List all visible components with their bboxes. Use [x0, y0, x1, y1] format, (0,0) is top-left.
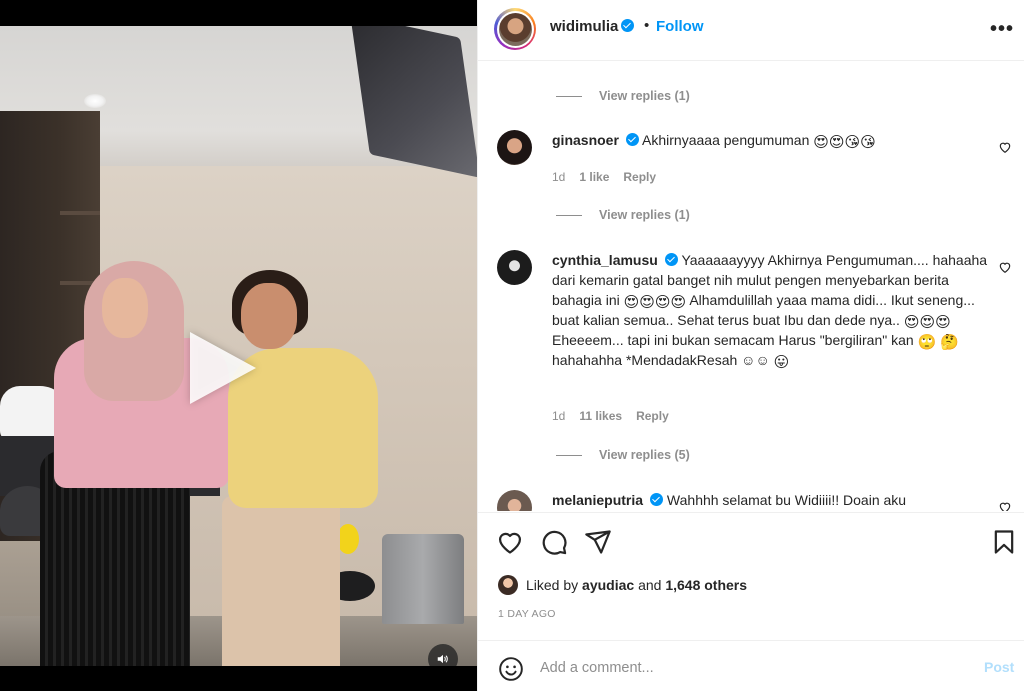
verified-badge-icon — [664, 253, 678, 266]
like-heart-icon[interactable] — [496, 528, 524, 556]
post-button[interactable]: Post — [984, 659, 1014, 675]
comment-likes[interactable]: 1 like — [579, 170, 609, 184]
liker-username[interactable]: ayudiac — [582, 577, 634, 593]
comment-text: ginasnoer Akhirnyaaaa pengumuman 😍😍😘😘 — [552, 132, 876, 151]
photo-ceiling-light — [84, 94, 106, 108]
reply-button[interactable]: Reply — [623, 170, 656, 184]
reply-button[interactable]: Reply — [636, 409, 669, 423]
liked-by-summary: Liked by ayudiac and 1,648 others — [498, 575, 747, 595]
commenter-avatar[interactable] — [497, 490, 532, 511]
emoji: 😛 — [773, 354, 790, 371]
post-media — [0, 0, 477, 691]
commenter-username[interactable]: cynthia_lamusu — [552, 252, 658, 268]
post-timestamp[interactable]: 1 DAY AGO — [498, 608, 556, 620]
heart-icon[interactable] — [998, 260, 1012, 274]
author-avatar-photo — [498, 12, 532, 46]
photo-trash-bin — [382, 534, 464, 624]
comment-bubble-icon[interactable] — [540, 528, 568, 556]
view-replies-button[interactable]: View replies (1) — [556, 89, 690, 103]
more-options-icon[interactable]: ••• — [990, 18, 1014, 41]
add-comment-bar: Post — [478, 640, 1024, 691]
post-side-panel: widimulia • Follow ••• ... View replies … — [477, 0, 1024, 691]
liker-avatar[interactable] — [498, 575, 518, 595]
emoji: 😍😍😘😘 — [813, 134, 876, 151]
author-avatar[interactable] — [494, 8, 536, 50]
heart-icon[interactable] — [998, 500, 1012, 511]
comment-input[interactable] — [540, 655, 960, 681]
author-username[interactable]: widimulia — [550, 18, 618, 35]
speaker-icon — [437, 654, 448, 664]
comment-time: 1d — [552, 409, 566, 423]
audio-toggle-button[interactable] — [428, 644, 458, 666]
verified-badge-icon — [621, 19, 635, 32]
comment-likes[interactable]: 11 likes — [579, 409, 622, 423]
post-header: widimulia • Follow ••• — [478, 0, 1024, 61]
comment-text: melanieputria Wahhhh selamat bu Widiiii!… — [552, 492, 907, 508]
commenter-username[interactable]: melanieputria — [552, 492, 643, 508]
post-actions: Liked by ayudiac and 1,648 others 1 DAY … — [478, 512, 1024, 640]
likes-count[interactable]: 1,648 others — [665, 577, 747, 593]
heart-icon[interactable] — [998, 140, 1012, 154]
emoji: 😍😍😍 — [903, 314, 951, 331]
photo-person1-face — [102, 278, 148, 338]
comment-meta: 1d 11 likes Reply — [552, 409, 669, 423]
share-send-icon[interactable] — [584, 528, 612, 556]
comment-text: cynthia_lamusu Yaaaaaayyyy Akhirnya Peng… — [552, 252, 988, 371]
cut-off-text: ... — [552, 62, 612, 64]
commenter-username[interactable]: ginasnoer — [552, 132, 619, 148]
bookmark-icon[interactable] — [990, 528, 1018, 556]
header-separator: • — [644, 17, 650, 34]
comment-time: 1d — [552, 170, 566, 184]
video-frame[interactable] — [0, 26, 477, 666]
comments-list[interactable]: ... View replies (1) ginasnoer Akhirnyaa… — [478, 62, 1024, 511]
commenter-avatar[interactable] — [497, 250, 532, 285]
photo-yellow-object — [337, 524, 359, 554]
photo-person2-pants — [222, 496, 340, 666]
commenter-avatar[interactable] — [497, 130, 532, 165]
verified-badge-icon — [650, 493, 664, 506]
emoji: 😍😍😍😍 — [623, 294, 687, 311]
play-icon[interactable] — [190, 332, 256, 404]
follow-button[interactable]: Follow — [656, 18, 704, 35]
emoji: 🙄 🤔 — [917, 334, 960, 351]
verified-badge-icon — [625, 133, 639, 146]
view-replies-button[interactable]: View replies (1) — [556, 208, 690, 222]
emoji-smiley-icon[interactable] — [498, 656, 524, 682]
comment-meta: 1d 1 like Reply — [552, 170, 656, 184]
view-replies-button[interactable]: View replies (5) — [556, 448, 690, 462]
